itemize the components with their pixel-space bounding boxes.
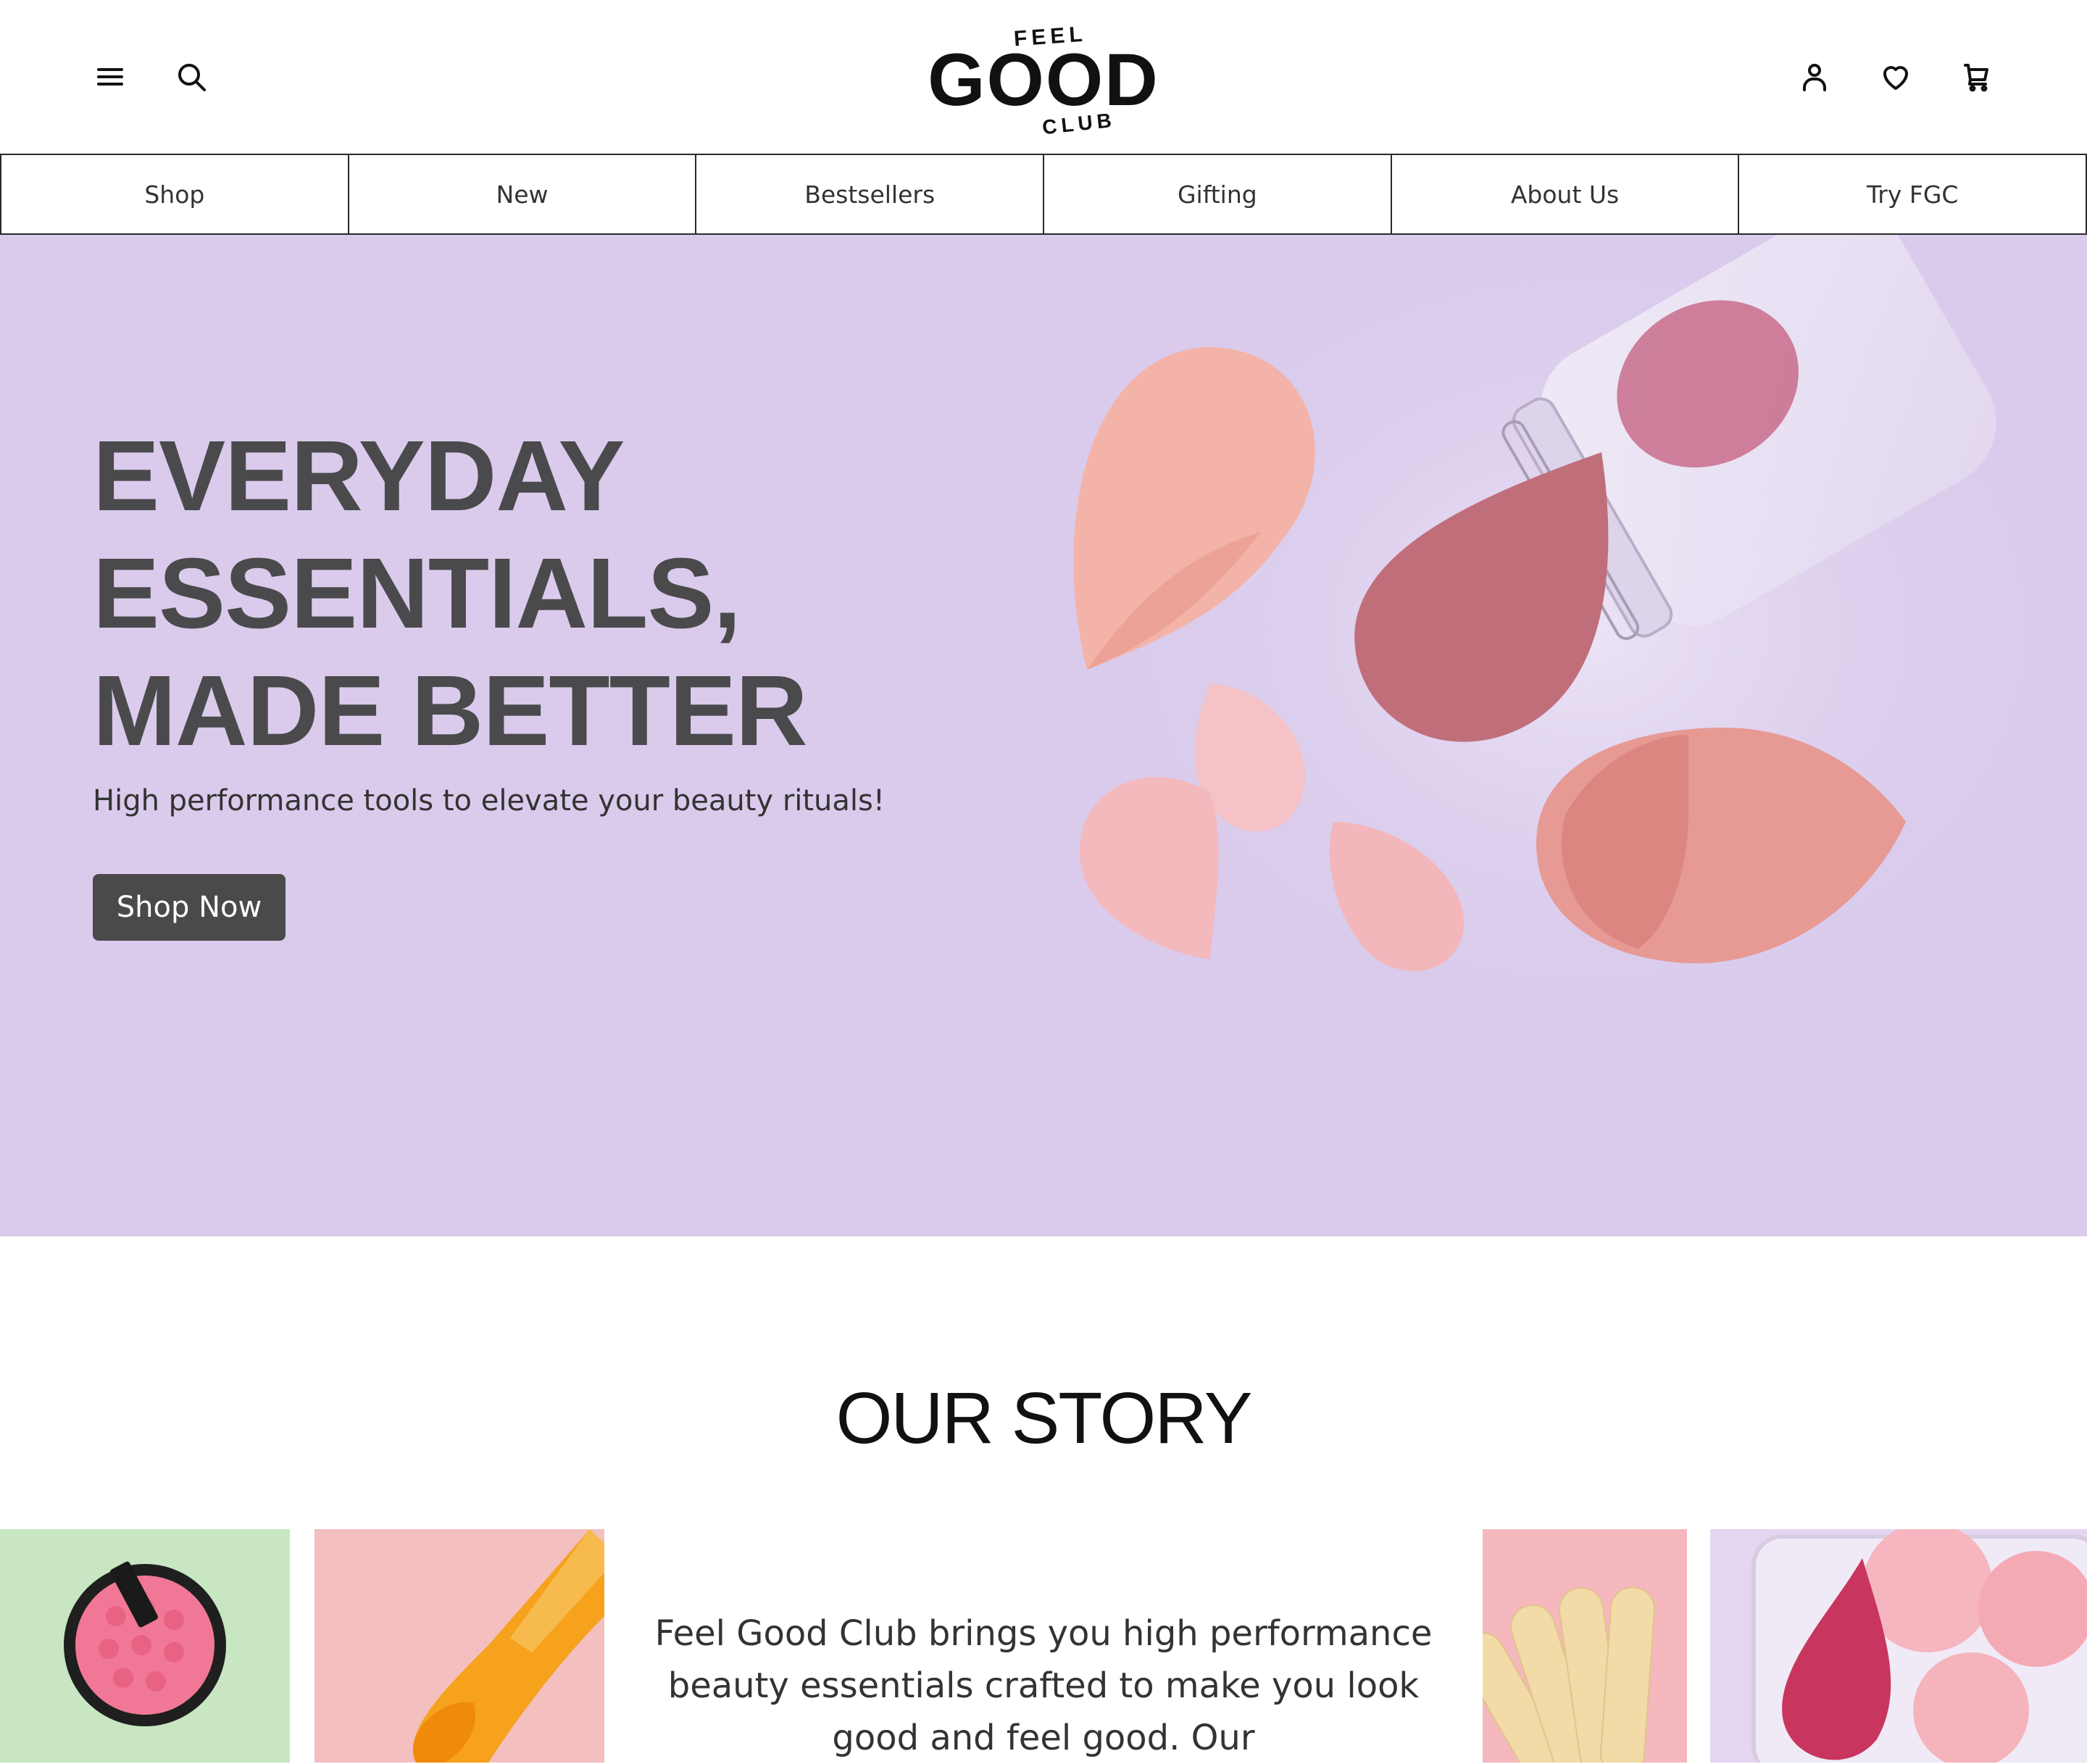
heart-icon[interactable] bbox=[1868, 49, 1923, 104]
nav-item-new[interactable]: New bbox=[347, 154, 697, 235]
hero-subtitle: High performance tools to elevate your b… bbox=[93, 784, 885, 817]
story-image-wooden-sticks bbox=[1483, 1529, 1687, 1763]
story-image-wax-spatula bbox=[314, 1529, 604, 1763]
shop-now-button[interactable]: Shop Now bbox=[93, 874, 286, 941]
cart-icon[interactable] bbox=[1949, 49, 2004, 104]
search-icon[interactable] bbox=[164, 49, 219, 104]
hero-sponges-image bbox=[1029, 235, 2044, 1076]
hero-title-line: MADE BETTER bbox=[93, 655, 808, 767]
story-text: Feel Good Club brings you high performan… bbox=[654, 1613, 1433, 1758]
hero-title-line: EVERYDAY bbox=[93, 420, 625, 532]
hero-title-line: ESSENTIALS, bbox=[93, 538, 741, 649]
nav-item-bestsellers[interactable]: Bestsellers bbox=[695, 154, 1045, 235]
nav-item-about-us[interactable]: About Us bbox=[1390, 154, 1740, 235]
main-nav: Shop New Bestsellers Gifting About Us Tr… bbox=[0, 154, 2087, 235]
nav-item-try-fgc[interactable]: Try FGC bbox=[1738, 154, 2087, 235]
brand-logo[interactable]: FEEL GOOD CLUB bbox=[906, 14, 1181, 139]
site-header: FEEL GOOD CLUB bbox=[0, 0, 2087, 154]
account-icon[interactable] bbox=[1787, 49, 1842, 104]
nav-item-shop[interactable]: Shop bbox=[0, 154, 349, 235]
story-image-clean-sponge bbox=[0, 1529, 290, 1763]
nav-item-gifting[interactable]: Gifting bbox=[1043, 154, 1392, 235]
story-title: OUR STORY bbox=[836, 1378, 1253, 1459]
hero-title: EVERYDAY ESSENTIALS, MADE BETTER bbox=[93, 417, 962, 770]
hero-banner: EVERYDAY ESSENTIALS, MADE BETTER High pe… bbox=[0, 235, 2087, 1236]
story-image-sponge-case bbox=[1710, 1529, 2087, 1763]
logo-main-text: GOOD bbox=[928, 38, 1159, 121]
menu-icon[interactable] bbox=[83, 49, 138, 104]
